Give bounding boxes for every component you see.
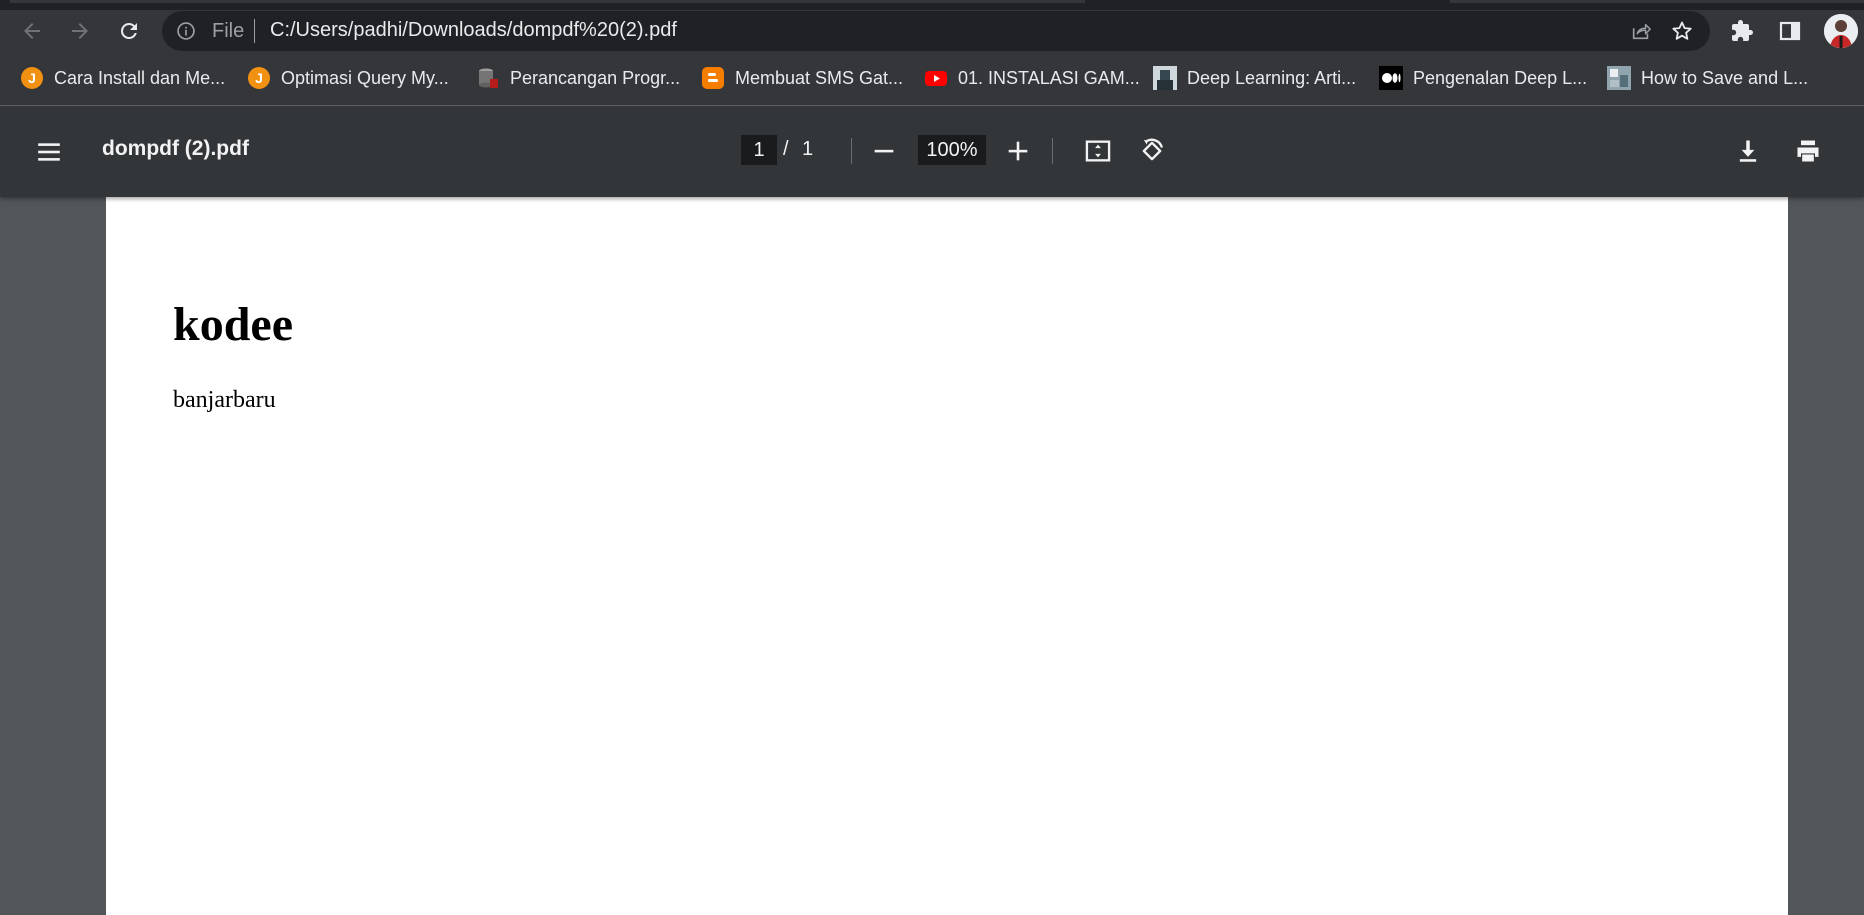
thumbnail-icon <box>1153 66 1177 90</box>
fit-to-page-icon[interactable] <box>1084 137 1112 165</box>
tab-edge <box>1450 0 1864 3</box>
tab-strip <box>0 0 1864 10</box>
bookmark-label: How to Save and L... <box>1641 67 1809 88</box>
bookmark-label: 01. INSTALASI GAM... <box>958 67 1140 88</box>
blogger-icon <box>701 66 725 90</box>
browser-toolbar: File C:/Users/padhi/Downloads/dompdf%20(… <box>0 10 1864 52</box>
url-text[interactable]: C:/Users/padhi/Downloads/dompdf%20(2).pd… <box>270 19 677 42</box>
url-scheme-label: File <box>212 20 245 42</box>
page-number-input[interactable] <box>741 135 777 165</box>
bookmark-item[interactable]: Membuat SMS Gat... <box>701 65 903 91</box>
bookmarks-bar: J Cara Install dan Me... J Optimasi Quer… <box>0 52 1864 106</box>
bookmark-item[interactable]: How to Save and L... <box>1607 65 1808 91</box>
arrow-right-icon <box>72 23 88 39</box>
zoom-in-icon[interactable] <box>1004 137 1032 165</box>
bookmark-label: Cara Install dan Me... <box>54 67 226 88</box>
bookmark-label: Pengenalan Deep L... <box>1413 67 1588 88</box>
bookmark-item[interactable]: 01. INSTALASI GAM... <box>924 65 1140 91</box>
document-text: banjarbaru <box>173 387 276 413</box>
page-separator: / <box>783 138 789 160</box>
document-heading: kodee <box>173 298 293 351</box>
pdf-page: kodee banjarbaru <box>106 197 1788 915</box>
bookmark-item[interactable]: J Cara Install dan Me... <box>20 65 225 91</box>
bookmark-star-icon[interactable] <box>1670 19 1694 43</box>
arrow-left-icon <box>24 23 40 39</box>
thumbnail-icon <box>1607 66 1631 90</box>
print-icon[interactable] <box>1794 137 1822 165</box>
bookmark-label: Deep Learning: Arti... <box>1187 67 1357 88</box>
svg-text:J: J <box>28 70 36 86</box>
bookmark-label: Membuat SMS Gat... <box>735 67 904 88</box>
zoom-level[interactable]: 100% <box>918 135 986 165</box>
toolbar-divider <box>851 138 852 164</box>
bookmark-item[interactable]: Deep Learning: Arti... <box>1153 65 1356 91</box>
toolbar-divider <box>1052 138 1053 164</box>
forward-button[interactable] <box>63 14 97 48</box>
bookmark-item[interactable]: J Optimasi Query My... <box>247 65 449 91</box>
bookmark-label: Optimasi Query My... <box>281 67 449 88</box>
svg-text:J: J <box>255 70 263 86</box>
side-panel-icon[interactable] <box>1778 19 1802 43</box>
orange-j-icon: J <box>247 66 271 90</box>
share-icon[interactable] <box>1630 20 1652 42</box>
omnibox-divider <box>254 19 255 43</box>
database-icon <box>476 66 500 90</box>
rotate-icon[interactable] <box>1138 137 1166 165</box>
youtube-icon <box>924 66 948 90</box>
pdf-toolbar: dompdf (2).pdf / 1 100% <box>0 106 1864 197</box>
reload-button[interactable] <box>112 14 146 48</box>
zoom-out-icon[interactable] <box>870 137 898 165</box>
info-icon[interactable] <box>176 21 196 41</box>
document-title: dompdf (2).pdf <box>102 137 249 160</box>
tab-edge <box>10 0 1085 3</box>
extensions-icon[interactable] <box>1730 19 1754 43</box>
back-button[interactable] <box>15 14 49 48</box>
avatar-icon <box>1824 14 1858 48</box>
bookmark-label: Perancangan Progr... <box>510 67 681 88</box>
menu-icon[interactable] <box>36 139 62 165</box>
bookmark-item[interactable]: Pengenalan Deep L... <box>1379 65 1587 91</box>
orange-j-icon: J <box>20 66 44 90</box>
download-icon[interactable] <box>1734 137 1762 165</box>
reload-icon <box>120 22 137 39</box>
profile-avatar[interactable] <box>1824 14 1858 48</box>
bookmark-item[interactable]: Perancangan Progr... <box>476 65 680 91</box>
address-bar[interactable]: File C:/Users/padhi/Downloads/dompdf%20(… <box>162 11 1710 51</box>
medium-icon <box>1379 66 1403 90</box>
total-pages: 1 <box>802 138 814 160</box>
